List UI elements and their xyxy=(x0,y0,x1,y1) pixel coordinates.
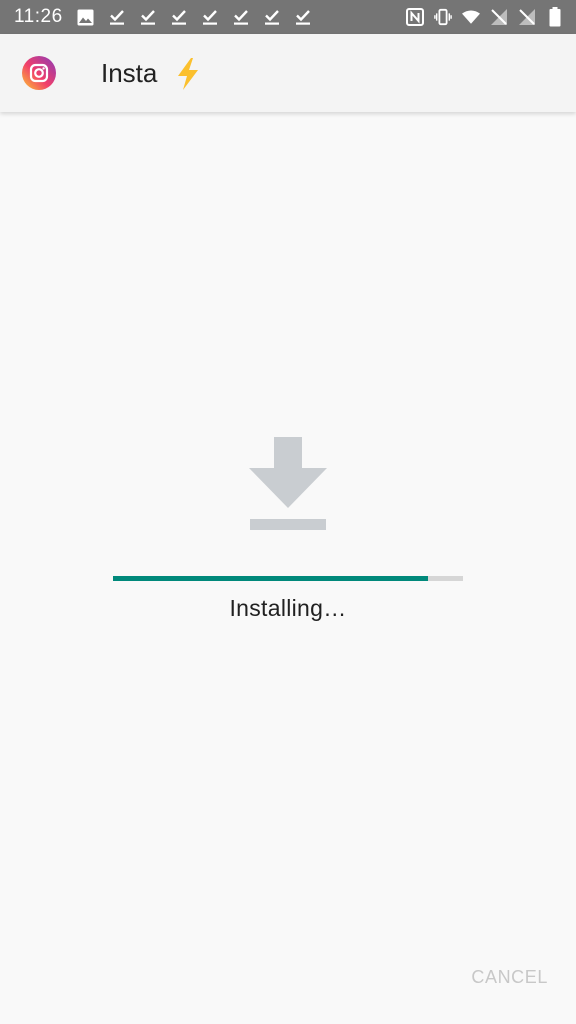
no-signal-icon xyxy=(518,8,536,26)
vibrate-icon xyxy=(434,8,452,26)
download-done-icon xyxy=(294,8,312,26)
wifi-icon xyxy=(462,8,480,26)
download-done-icon xyxy=(201,8,219,26)
download-done-icon xyxy=(170,8,188,26)
no-signal-icon xyxy=(490,8,508,26)
app-bar: Insta xyxy=(0,34,576,112)
notification-icons xyxy=(77,8,312,26)
status-time: 11:26 xyxy=(14,6,63,27)
download-done-icon xyxy=(263,8,281,26)
install-status-text: Installing… xyxy=(229,595,347,621)
install-progress-fill xyxy=(113,576,428,581)
install-progress-bar xyxy=(113,576,463,581)
instagram-logo-icon xyxy=(22,56,56,90)
cancel-button[interactable]: CANCEL xyxy=(471,967,548,988)
download-done-icon xyxy=(108,8,126,26)
image-icon xyxy=(77,8,95,26)
lightning-bolt-icon xyxy=(173,57,203,91)
system-icons xyxy=(406,7,564,27)
download-done-icon xyxy=(232,8,250,26)
app-title: Insta xyxy=(101,58,158,88)
battery-icon xyxy=(546,7,564,27)
status-bar: 11:26 xyxy=(0,0,576,34)
download-done-icon xyxy=(139,8,157,26)
nfc-icon xyxy=(406,8,424,26)
download-icon xyxy=(249,437,327,531)
